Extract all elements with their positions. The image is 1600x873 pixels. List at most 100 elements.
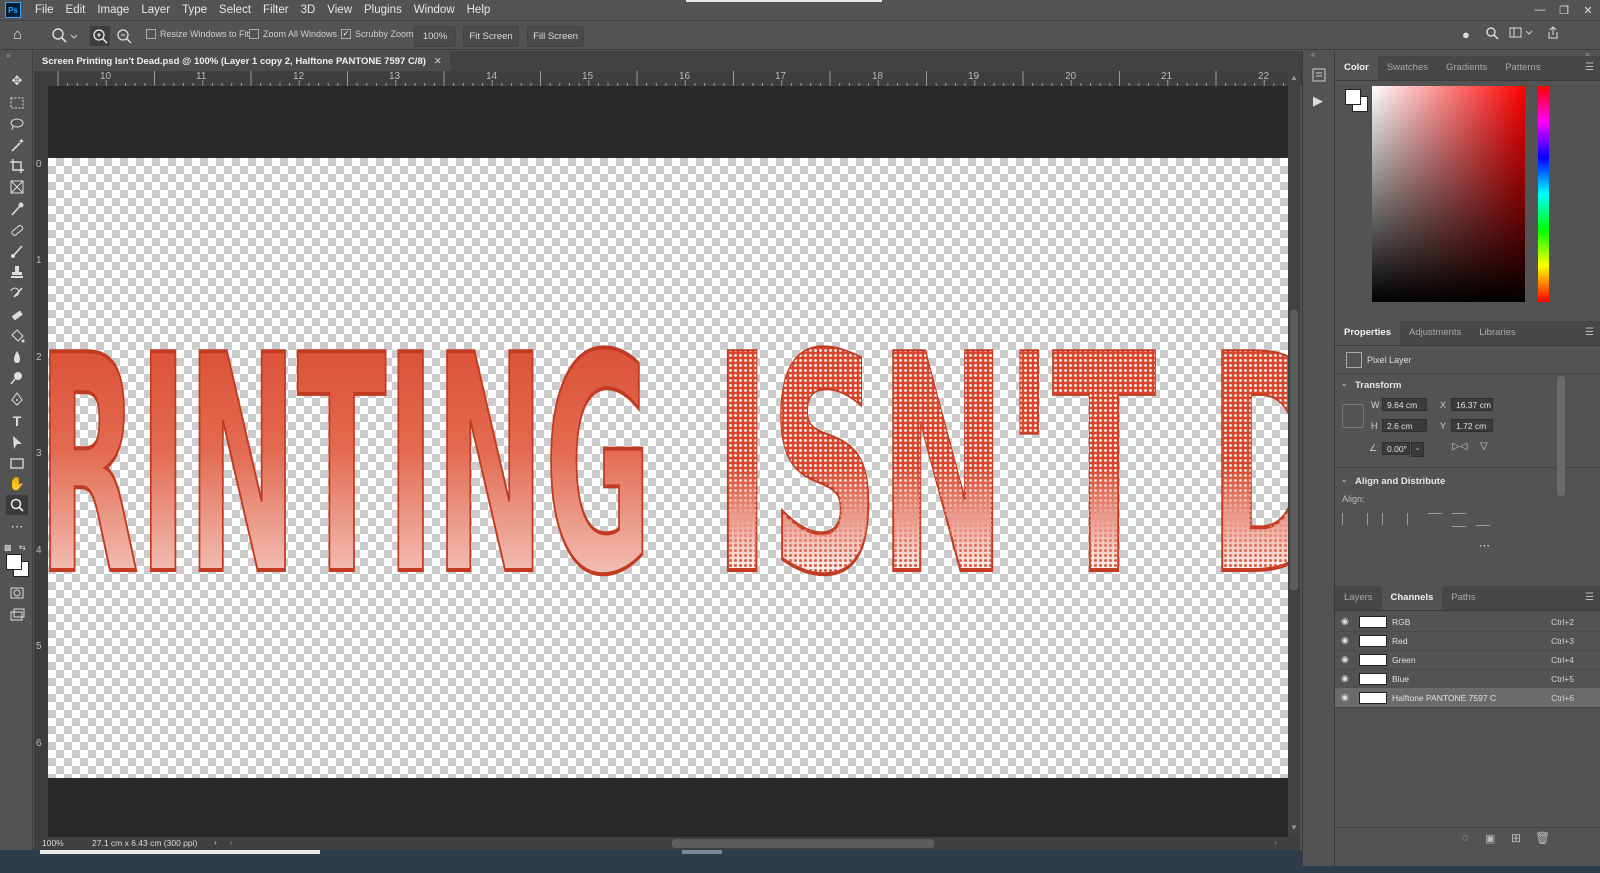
status-menu-icon[interactable]: › (214, 837, 217, 847)
pen-tool-icon[interactable] (6, 389, 28, 409)
align-left-icon[interactable] (1342, 513, 1357, 525)
fit-screen-button[interactable]: Fit Screen (463, 26, 519, 47)
quick-mask-icon[interactable] (6, 583, 28, 603)
tab-swatches[interactable]: Swatches (1378, 56, 1437, 80)
zoom-preset-icon[interactable] (50, 25, 78, 45)
panel-menu-icon[interactable]: ☰ (1585, 62, 1594, 73)
more-options-icon[interactable]: ⋯ (1479, 539, 1490, 552)
marquee-tool-icon[interactable] (6, 93, 28, 113)
document-tab[interactable]: Screen Printing Isn't Dead.psd @ 100% (L… (34, 51, 450, 71)
default-colors-icon[interactable]: ▩ (4, 543, 12, 552)
panel-menu-icon[interactable]: ☰ (1585, 592, 1594, 603)
panel-menu-icon[interactable]: ☰ (1585, 327, 1594, 338)
scroll-down-icon[interactable]: ▼ (1290, 823, 1298, 832)
eraser-tool-icon[interactable] (6, 305, 28, 325)
tab-properties[interactable]: Properties (1335, 321, 1400, 345)
tab-adjustments[interactable]: Adjustments (1400, 321, 1470, 345)
status-zoom[interactable]: 100% (42, 838, 64, 848)
brush-tool-icon[interactable] (6, 241, 28, 261)
tab-libraries[interactable]: Libraries (1470, 321, 1524, 345)
horizontal-scroll-thumb[interactable] (672, 839, 934, 848)
properties-scrollbar[interactable] (1557, 376, 1565, 496)
home-icon[interactable]: ⌂ (13, 26, 22, 43)
hue-slider[interactable] (1538, 86, 1549, 302)
crop-tool-icon[interactable] (6, 156, 28, 176)
chevron-down-icon[interactable]: ⌄ (1341, 379, 1348, 388)
angle-field[interactable]: 0.00° (1382, 442, 1410, 455)
visibility-eye-icon[interactable]: ◉ (1341, 673, 1351, 684)
channel-row-red[interactable]: ◉ Red Ctrl+3 (1335, 631, 1600, 651)
menu-edit[interactable]: Edit (60, 0, 92, 20)
history-brush-tool-icon[interactable] (6, 283, 28, 303)
share-icon[interactable] (1546, 26, 1560, 43)
frame-tool-icon[interactable] (6, 177, 28, 197)
menu-window[interactable]: Window (408, 0, 461, 20)
tab-patterns[interactable]: Patterns (1496, 56, 1549, 80)
more-tools-icon[interactable]: ⋯ (6, 517, 28, 537)
tab-color[interactable]: Color (1335, 56, 1378, 80)
zoom-value-field[interactable]: 100% (414, 26, 456, 47)
fg-bg-swatch[interactable] (1343, 87, 1371, 115)
menu-file[interactable]: File (29, 0, 60, 20)
zoom-all-checkbox[interactable]: Zoom All Windows (249, 29, 337, 39)
visibility-eye-icon[interactable]: ◉ (1341, 616, 1351, 627)
scrubby-zoom-checkbox[interactable]: ✓ Scrubby Zoom (341, 29, 414, 39)
menu-view[interactable]: View (321, 0, 358, 20)
menu-3d[interactable]: 3D (295, 0, 322, 20)
type-tool-icon[interactable]: T (6, 411, 28, 431)
align-middle-icon[interactable] (1452, 513, 1466, 527)
load-selection-icon[interactable]: ◌ (1462, 832, 1469, 844)
path-selection-tool-icon[interactable] (6, 432, 28, 452)
fill-screen-button[interactable]: Fill Screen (527, 26, 584, 47)
menu-select[interactable]: Select (213, 0, 257, 20)
cloud-user-icon[interactable]: ● (1462, 27, 1470, 42)
tab-layers[interactable]: Layers (1335, 586, 1382, 610)
healing-brush-tool-icon[interactable] (6, 220, 28, 240)
magic-wand-tool-icon[interactable]: ✦ (6, 135, 28, 155)
y-field[interactable]: 1.72 cm (1451, 419, 1493, 432)
channel-row-halftone[interactable]: ◉ Halftone PANTONE 7597 C Ctrl+6 (1335, 688, 1600, 708)
save-selection-icon[interactable]: ▣ (1485, 832, 1495, 845)
resize-windows-checkbox[interactable]: Resize Windows to Fit (146, 29, 249, 39)
color-field[interactable] (1372, 86, 1525, 302)
minimize-icon[interactable]: — (1528, 0, 1552, 20)
visibility-eye-icon[interactable]: ◉ (1341, 692, 1351, 703)
align-bottom-icon[interactable] (1476, 513, 1490, 526)
collapse-panels-icon[interactable]: « (1311, 50, 1315, 59)
document-canvas[interactable]: RINTING ISN'T D ISN'T D (48, 158, 1288, 778)
blur-tool-icon[interactable] (6, 347, 28, 367)
tab-paths[interactable]: Paths (1442, 586, 1484, 610)
workspace-icon[interactable] (1509, 27, 1535, 42)
zoom-tool-icon[interactable] (6, 495, 28, 515)
x-field[interactable]: 16.37 cm (1451, 398, 1493, 411)
align-top-icon[interactable] (1428, 513, 1442, 526)
collapse-toolbar-icon[interactable]: » (6, 51, 10, 60)
menu-help[interactable]: Help (461, 0, 497, 20)
move-tool-icon[interactable]: ✥ (6, 71, 28, 91)
swap-colors-icon[interactable]: ⇆ (19, 543, 26, 552)
scroll-right-icon[interactable]: › (1274, 837, 1277, 847)
new-channel-icon[interactable]: ⊞ (1511, 831, 1521, 845)
channel-row-rgb[interactable]: ◉ RGB Ctrl+2 (1335, 612, 1600, 632)
dodge-tool-icon[interactable] (6, 368, 28, 388)
visibility-eye-icon[interactable]: ◉ (1341, 635, 1351, 646)
zoom-out-icon[interactable] (114, 26, 134, 46)
close-icon[interactable]: ✕ (1576, 0, 1600, 20)
link-dimensions-icon[interactable] (1342, 404, 1364, 428)
menu-image[interactable]: Image (91, 0, 135, 20)
close-tab-icon[interactable]: ✕ (434, 56, 442, 67)
width-field[interactable]: 9.64 cm (1382, 398, 1427, 411)
align-center-icon[interactable] (1367, 513, 1383, 525)
color-swatches[interactable]: ▩ ⇆ (4, 543, 30, 577)
tab-gradients[interactable]: Gradients (1437, 56, 1496, 80)
scroll-left-icon[interactable]: ‹ (230, 837, 233, 847)
search-icon[interactable] (1485, 26, 1499, 43)
channel-row-blue[interactable]: ◉ Blue Ctrl+5 (1335, 669, 1600, 689)
actions-play-icon[interactable]: ▶ (1313, 93, 1323, 109)
paint-bucket-tool-icon[interactable] (6, 326, 28, 346)
align-right-icon[interactable] (1393, 513, 1408, 525)
history-icon[interactable] (1311, 67, 1327, 86)
scroll-up-icon[interactable]: ▲ (1290, 73, 1298, 82)
angle-dropdown-icon[interactable]: ⌄ (1411, 442, 1424, 457)
menu-filter[interactable]: Filter (257, 0, 295, 20)
